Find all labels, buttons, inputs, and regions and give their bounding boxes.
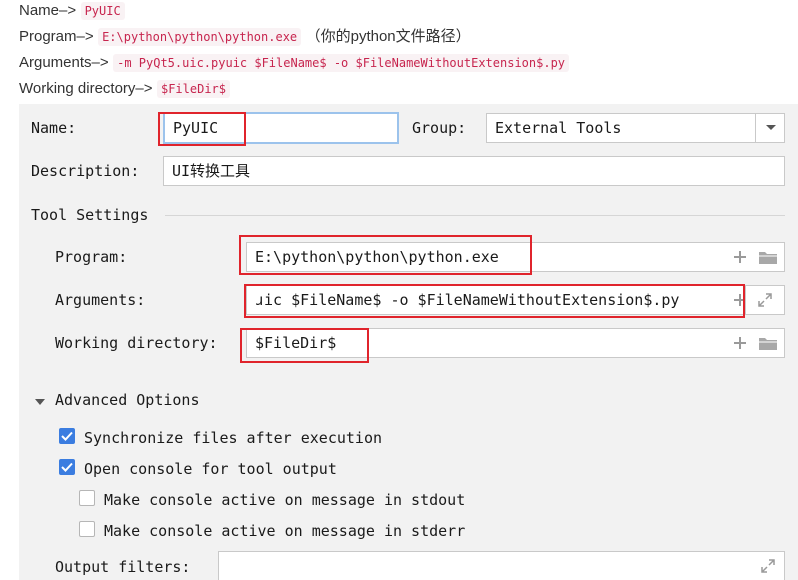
stderr-active-checkbox[interactable] bbox=[79, 521, 95, 537]
arguments-input[interactable]: ɹic $FileName$ -o $FileNameWithoutExtens… bbox=[246, 285, 751, 315]
folder-icon[interactable] bbox=[757, 248, 779, 266]
plus-icon[interactable] bbox=[731, 248, 749, 266]
group-select-value: External Tools bbox=[495, 119, 622, 137]
intro-program-label: Program–> bbox=[19, 28, 94, 45]
description-label: Description: bbox=[31, 162, 140, 180]
intro-working-dir-label: Working directory–> bbox=[19, 80, 153, 97]
group-select[interactable]: External Tools bbox=[486, 113, 785, 143]
intro-working-dir-code: $FileDir$ bbox=[156, 80, 231, 98]
open-console-label: Open console for tool output bbox=[84, 460, 337, 478]
program-label: Program: bbox=[55, 248, 128, 266]
checkmark-icon bbox=[61, 431, 73, 441]
stdout-active-checkbox[interactable] bbox=[79, 490, 95, 506]
working-dir-label: Working directory: bbox=[55, 334, 218, 352]
group-label: Group: bbox=[412, 119, 467, 137]
working-dir-input-value: $FileDir$ bbox=[255, 334, 337, 352]
output-filters-input[interactable] bbox=[218, 551, 785, 580]
tool-settings-heading: Tool Settings bbox=[31, 206, 149, 224]
arguments-label: Arguments: bbox=[55, 291, 146, 309]
triangle-down-icon[interactable] bbox=[34, 394, 46, 406]
stdout-active-label: Make console active on message in stdout bbox=[104, 491, 466, 509]
expand-icon[interactable] bbox=[745, 285, 785, 315]
intro-program-code: E:\python\python\python.exe bbox=[98, 28, 302, 46]
output-filters-label: Output filters: bbox=[55, 558, 191, 576]
checkmark-icon bbox=[61, 462, 73, 472]
chevron-down-icon[interactable] bbox=[755, 113, 785, 143]
intro-arguments-label: Arguments–> bbox=[19, 54, 109, 71]
open-console-checkbox[interactable] bbox=[59, 459, 75, 475]
intro-program-note: （你的python文件路径） bbox=[305, 28, 471, 45]
arguments-input-value: ɹic $FileName$ -o $FileNameWithoutExtens… bbox=[255, 291, 680, 309]
intro-arguments-code: -m PyQt5.uic.pyuic $FileName$ -o $FileNa… bbox=[113, 54, 570, 72]
plus-icon[interactable] bbox=[731, 334, 749, 352]
intro-working-dir-line: Working directory–> $FileDir$ bbox=[19, 79, 231, 99]
description-input[interactable]: UI转换工具 bbox=[163, 156, 785, 186]
intro-program-line: Program–> E:\python\python\python.exe （你… bbox=[19, 27, 471, 47]
name-label: Name: bbox=[31, 119, 77, 137]
intro-name-label: Name–> bbox=[19, 2, 77, 19]
folder-icon[interactable] bbox=[757, 334, 779, 352]
sync-files-checkbox[interactable] bbox=[59, 428, 75, 444]
expand-icon[interactable] bbox=[759, 557, 777, 575]
intro-name-code: PyUIC bbox=[80, 2, 125, 20]
intro-arguments-line: Arguments–> -m PyQt5.uic.pyuic $FileName… bbox=[19, 53, 570, 73]
name-input[interactable]: PyUIC bbox=[163, 112, 399, 144]
advanced-options-toggle[interactable]: Advanced Options bbox=[55, 390, 200, 410]
program-input[interactable]: E:\python\python\python.exe bbox=[246, 242, 785, 272]
program-input-value: E:\python\python\python.exe bbox=[255, 248, 499, 266]
tool-settings-divider bbox=[165, 215, 785, 216]
stderr-active-label: Make console active on message in stderr bbox=[104, 522, 466, 540]
sync-files-label: Synchronize files after execution bbox=[84, 429, 383, 447]
intro-name-line: Name–> PyUIC bbox=[19, 1, 125, 21]
working-dir-input[interactable]: $FileDir$ bbox=[246, 328, 785, 358]
